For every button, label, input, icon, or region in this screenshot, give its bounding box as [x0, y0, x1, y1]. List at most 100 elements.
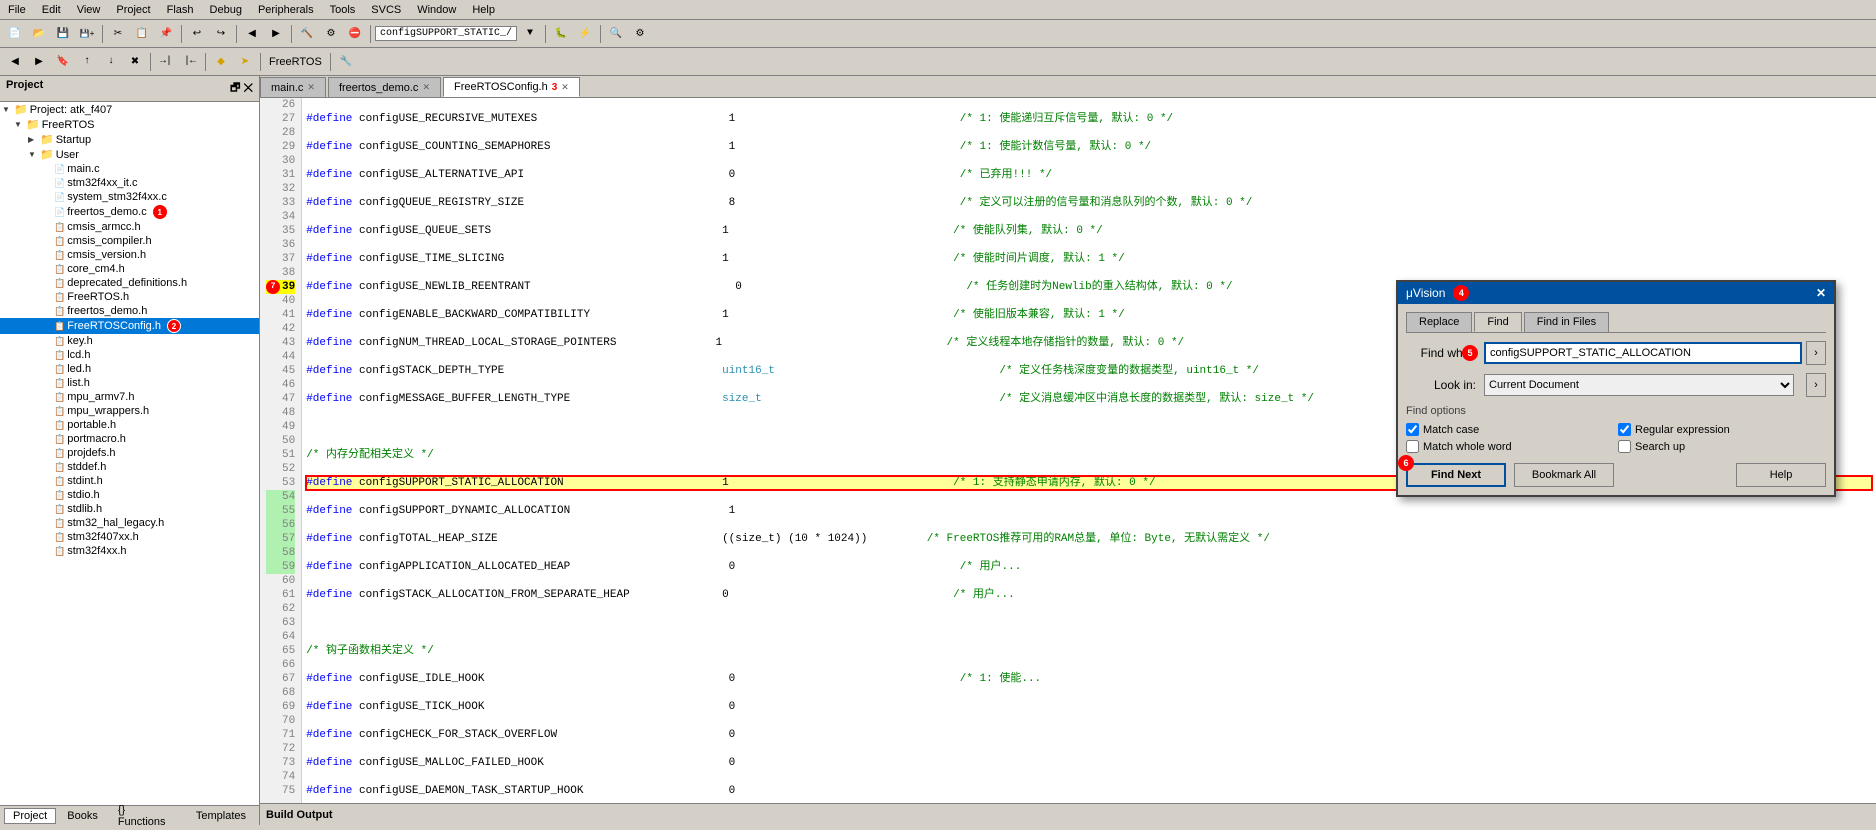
debug-btn[interactable]: 🐛	[550, 23, 572, 45]
find-what-input[interactable]	[1484, 342, 1802, 364]
menu-file[interactable]: File	[0, 2, 34, 18]
prev-bookmark-btn[interactable]: ↑	[76, 51, 98, 73]
dialog-tab-find-in-files[interactable]: Find in Files	[1524, 312, 1609, 332]
tree-item-freertos-demo-h[interactable]: 📋 freertos_demo.h	[0, 304, 259, 318]
rebuild-btn[interactable]: ⚙	[320, 23, 342, 45]
tree-item-user[interactable]: ▼ 📁 User	[0, 147, 259, 162]
help-btn[interactable]: Help	[1736, 463, 1826, 487]
dialog-tab-replace[interactable]: Replace	[1406, 312, 1472, 332]
undo-btn[interactable]: ↩	[186, 23, 208, 45]
fwd-btn[interactable]: ▶	[265, 23, 287, 45]
save-btn[interactable]: 💾	[52, 23, 74, 45]
bookmark-all-btn[interactable]: Bookmark All	[1514, 463, 1614, 487]
indent-btn[interactable]: →|	[155, 51, 177, 73]
dialog-tab-find[interactable]: Find	[1474, 312, 1521, 332]
target-select[interactable]: configSUPPORT_STATIC_/	[375, 26, 517, 41]
menu-debug[interactable]: Debug	[202, 2, 250, 18]
tab-functions[interactable]: {} Functions	[109, 802, 185, 830]
tree-item-deprecated[interactable]: 📋 deprecated_definitions.h	[0, 276, 259, 290]
tree-item-system[interactable]: 📄 system_stm32f4xx.c	[0, 190, 259, 204]
new-btn[interactable]: 📄	[4, 23, 26, 45]
menu-tools[interactable]: Tools	[322, 2, 364, 18]
tree-item-root[interactable]: ▼ 📁 Project: atk_f407	[0, 102, 259, 117]
search-up-checkbox[interactable]	[1618, 440, 1631, 453]
tree-item-hal-legacy[interactable]: 📋 stm32_hal_legacy.h	[0, 516, 259, 530]
paste-btn[interactable]: 📌	[155, 23, 177, 45]
tab-books[interactable]: Books	[58, 808, 107, 824]
redo-btn[interactable]: ↪	[210, 23, 232, 45]
save-all-btn[interactable]: 💾+	[76, 23, 98, 45]
tree-item-portable[interactable]: 📋 portable.h	[0, 418, 259, 432]
look-in-expand-btn[interactable]: ›	[1806, 373, 1826, 397]
tree-item-stm32f4xx[interactable]: 📋 stm32f4xx.h	[0, 544, 259, 558]
settings-btn[interactable]: ⚙	[629, 23, 651, 45]
tree-item-mpu-armv7[interactable]: 📋 mpu_armv7.h	[0, 390, 259, 404]
menu-view[interactable]: View	[69, 2, 109, 18]
wrench-btn[interactable]: 🔧	[335, 51, 357, 73]
arrow-btn[interactable]: ➤	[234, 51, 256, 73]
cut-btn[interactable]: ✂	[107, 23, 129, 45]
tree-item-startup[interactable]: ▶ 📁 Startup	[0, 132, 259, 147]
tab-main-c[interactable]: main.c ✕	[260, 77, 326, 97]
tree-item-list-h[interactable]: 📋 list.h	[0, 376, 259, 390]
tab-freertoconfig-h[interactable]: FreeRTOSConfig.h 3 ✕	[443, 77, 580, 97]
menu-help[interactable]: Help	[464, 2, 503, 18]
target-options-btn[interactable]: ▼	[519, 23, 541, 45]
stop-btn[interactable]: ⛔	[344, 23, 366, 45]
back-btn[interactable]: ◀	[241, 23, 263, 45]
clear-bookmarks-btn[interactable]: ✖	[124, 51, 146, 73]
tab-freertos-demo-c[interactable]: freertos_demo.c ✕	[328, 77, 441, 97]
tree-item-mpu-wrappers[interactable]: 📋 mpu_wrappers.h	[0, 404, 259, 418]
tree-item-stdio[interactable]: 📋 stdio.h	[0, 488, 259, 502]
tree-item-stddef[interactable]: 📋 stddef.h	[0, 460, 259, 474]
tree-item-core-cm4[interactable]: 📋 core_cm4.h	[0, 262, 259, 276]
tree-item-main-c[interactable]: 📄 main.c	[0, 162, 259, 176]
tab-close-freertoconfig[interactable]: ✕	[561, 82, 569, 93]
copy-btn[interactable]: 📋	[131, 23, 153, 45]
look-in-select[interactable]: Current Document All Documents	[1484, 374, 1794, 396]
tab-close-main-c[interactable]: ✕	[307, 82, 315, 93]
next-error-btn[interactable]: ▶	[28, 51, 50, 73]
tab-project[interactable]: Project	[4, 808, 56, 824]
unindent-btn[interactable]: |←	[179, 51, 201, 73]
regex-checkbox[interactable]	[1618, 423, 1631, 436]
tree-item-stm32f4xx-it[interactable]: 📄 stm32f4xx_it.c	[0, 176, 259, 190]
menu-project[interactable]: Project	[108, 2, 158, 18]
menu-flash[interactable]: Flash	[159, 2, 202, 18]
flash-btn[interactable]: ⚡	[574, 23, 596, 45]
build-btn[interactable]: 🔨	[296, 23, 318, 45]
tree-item-cmsis-armcc[interactable]: 📋 cmsis_armcc.h	[0, 220, 259, 234]
menu-edit[interactable]: Edit	[34, 2, 69, 18]
zoom-btn[interactable]: 🔍	[605, 23, 627, 45]
find-next-btn[interactable]: Find Next	[1406, 463, 1506, 487]
next-bookmark-btn[interactable]: ↓	[100, 51, 122, 73]
tree-item-stm32f407xx[interactable]: 📋 stm32f407xx.h	[0, 530, 259, 544]
open-btn[interactable]: 📂	[28, 23, 50, 45]
dialog-close-btn[interactable]: ✕	[1816, 286, 1826, 300]
tree-item-freertos-h[interactable]: 📋 FreeRTOS.h	[0, 290, 259, 304]
prev-error-btn[interactable]: ◀	[4, 51, 26, 73]
tree-item-freertoconfig[interactable]: 📋 FreeRTOSConfig.h 2	[0, 318, 259, 334]
tree-item-stdlib[interactable]: 📋 stdlib.h	[0, 502, 259, 516]
tab-close-freertos-demo[interactable]: ✕	[422, 82, 430, 93]
diamond-btn[interactable]: ◆	[210, 51, 232, 73]
tree-item-freertos[interactable]: ▼ 📁 FreeRTOS	[0, 117, 259, 132]
match-case-checkbox[interactable]	[1406, 423, 1419, 436]
tab-templates[interactable]: Templates	[187, 808, 255, 824]
tree-item-lcd-h[interactable]: 📋 lcd.h	[0, 348, 259, 362]
tree-item-cmsis-version[interactable]: 📋 cmsis_version.h	[0, 248, 259, 262]
tree-item-cmsis-compiler[interactable]: 📋 cmsis_compiler.h	[0, 234, 259, 248]
tree-item-stdint[interactable]: 📋 stdint.h	[0, 474, 259, 488]
find-expand-btn[interactable]: ›	[1806, 341, 1826, 365]
menu-peripherals[interactable]: Peripherals	[250, 2, 322, 18]
tree-item-portmacro[interactable]: 📋 portmacro.h	[0, 432, 259, 446]
tree-item-projdefs[interactable]: 📋 projdefs.h	[0, 446, 259, 460]
tree-item-led-h[interactable]: 📋 led.h	[0, 362, 259, 376]
tree-item-key-h[interactable]: 📋 key.h	[0, 334, 259, 348]
tree-item-freertos-demo-c[interactable]: 📄 freertos_demo.c 1	[0, 204, 259, 220]
project-tree: ▼ 📁 Project: atk_f407 ▼ 📁 FreeRTOS ▶ 📁 S…	[0, 102, 259, 805]
whole-word-checkbox[interactable]	[1406, 440, 1419, 453]
bookmark-btn[interactable]: 🔖	[52, 51, 74, 73]
menu-svcs[interactable]: SVCS	[363, 2, 409, 18]
menu-window[interactable]: Window	[409, 2, 464, 18]
